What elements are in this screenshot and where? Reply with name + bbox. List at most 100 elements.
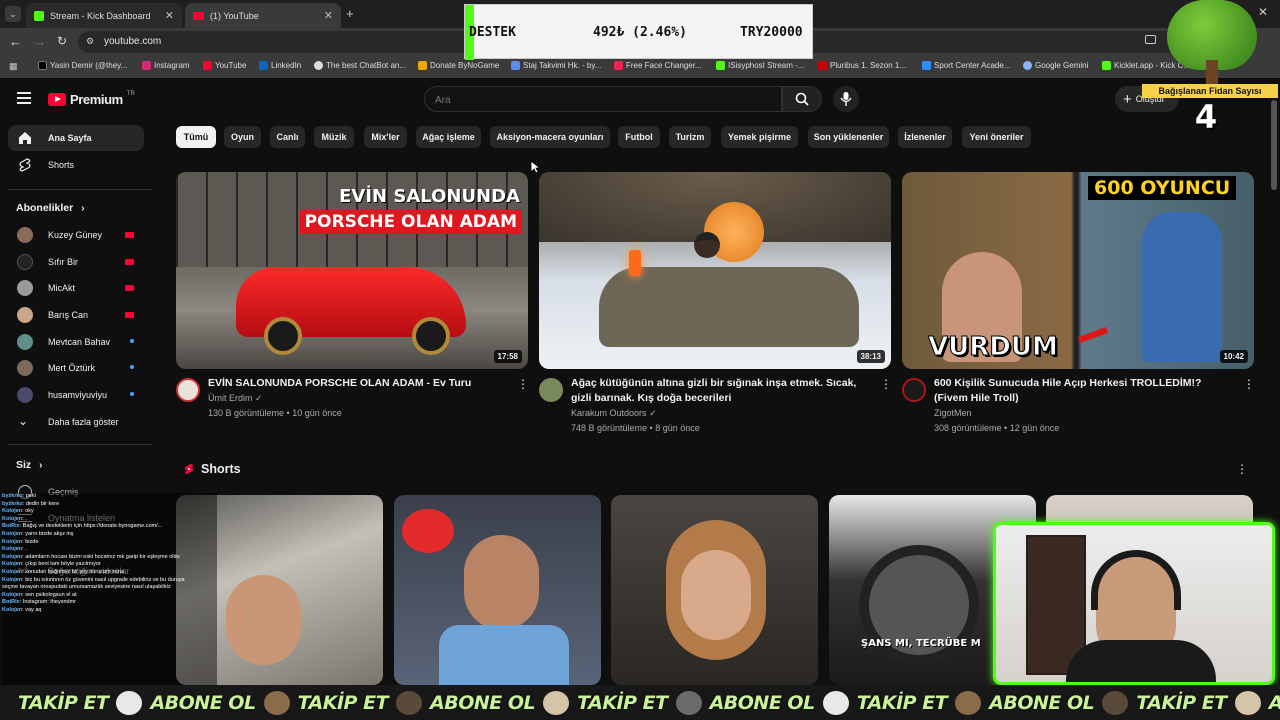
tree-count: 4 — [1194, 98, 1218, 136]
close-icon[interactable]: ✕ — [324, 9, 333, 22]
chip-all[interactable]: Tümü — [176, 126, 216, 148]
chip[interactable]: Mix'ler — [364, 126, 407, 148]
video-title[interactable]: Ağaç kütüğünün altına gizli bir sığınak … — [571, 376, 871, 406]
bookmark-item[interactable]: Pluribus 1. Sezon 1... — [818, 61, 906, 70]
more-actions-icon[interactable]: ⋮ — [1236, 462, 1248, 476]
chat-username: Kolojen — [2, 538, 23, 545]
chat-message: Kolojen: . — [2, 546, 217, 554]
logo-badge: TR — [126, 90, 135, 97]
chip[interactable]: Futbol — [618, 126, 660, 148]
back-icon[interactable]: ← — [9, 34, 22, 49]
search-box[interactable] — [424, 86, 782, 112]
bookmark-item[interactable]: ISisyphosI Stream -... — [716, 61, 804, 70]
channel-avatar[interactable] — [902, 378, 926, 402]
sidebar-item-subscription[interactable]: Sıfır Bir — [8, 249, 144, 275]
bookmark-item[interactable]: Staj Takvimi Hk. - by... — [511, 61, 601, 70]
chat-username: Kolojen — [2, 606, 23, 613]
bookmark-item[interactable]: Free Face Changer... — [614, 61, 702, 70]
channel-name[interactable]: Ümit Erdim ✓ — [208, 391, 263, 406]
bookmark-item[interactable]: Google Gemini — [1023, 61, 1088, 70]
home-icon — [19, 132, 31, 144]
chip[interactable]: Yeni öneriler — [962, 126, 1031, 148]
video-thumbnail[interactable]: 38:13 — [539, 172, 891, 369]
forward-icon[interactable]: → — [33, 34, 46, 49]
bookmark-item[interactable]: Instagram — [142, 61, 190, 70]
avatar — [17, 280, 33, 296]
chat-text: : peki — [22, 493, 36, 499]
sidebar-item-shorts[interactable]: Shorts — [8, 152, 144, 178]
chat-text: : çıkıp beni tam böyle yazılmıyor — [22, 561, 101, 568]
video-thumbnail[interactable]: 600 OYUNCU VURDUM 10:42 — [902, 172, 1254, 369]
search-button[interactable] — [782, 86, 822, 112]
chat-username: Kolojen — [2, 546, 23, 553]
chip[interactable]: Son yüklenenler — [808, 126, 889, 148]
person-shape — [681, 550, 751, 640]
tab-search-button[interactable]: ⌄ — [5, 6, 21, 22]
tree-widget-label: Bağışlanan Fidan Sayısı — [1142, 84, 1278, 98]
sidebar-item-subscription[interactable]: MicAkt — [8, 275, 144, 301]
chip[interactable]: Müzik — [314, 126, 354, 148]
chip[interactable]: Canlı — [270, 126, 305, 148]
channel-name[interactable]: Karakum Outdoors ✓ — [571, 406, 657, 421]
short-thumbnail[interactable] — [611, 495, 818, 685]
video-title[interactable]: 600 Kişilik Sunucuda Hile Açıp Herkesi T… — [934, 376, 1234, 406]
menu-icon[interactable] — [17, 92, 31, 104]
channel-avatar[interactable] — [539, 378, 563, 402]
chat-message: Kolojen: yarın bizde akşz inş — [2, 531, 217, 539]
short-thumbnail[interactable] — [394, 495, 601, 685]
close-icon[interactable]: ✕ — [165, 9, 174, 22]
subscriptions-header[interactable]: Abonelikler › — [16, 202, 85, 214]
channel-name[interactable]: ZigotMen — [934, 406, 972, 421]
chip[interactable]: Ağaç işleme — [416, 126, 481, 148]
site-info-icon[interactable]: ⚙ — [86, 36, 94, 47]
chevron-right-icon: › — [39, 460, 43, 471]
you-header[interactable]: Siz › — [16, 459, 43, 471]
chip[interactable]: İzlenenler — [898, 126, 952, 148]
chip[interactable]: Yemek pişirme — [721, 126, 798, 148]
more-actions-icon[interactable]: ⋮ — [1243, 377, 1255, 391]
ticker-text: TAKİP ET — [1136, 691, 1227, 714]
bookmark-item[interactable]: YouTube — [203, 61, 246, 70]
bookmark-item[interactable]: Donate ByNoGame — [418, 61, 499, 70]
avatar — [17, 254, 33, 270]
chat-message: Kolojen: biz bu sıkıntının öz güvenini n… — [2, 577, 217, 585]
sidebar-item-subscription[interactable]: Barış Can — [8, 302, 144, 328]
youtube-logo[interactable]: Premium TR — [48, 90, 135, 107]
apps-icon[interactable]: ▦ — [9, 61, 18, 72]
channel-avatar[interactable] — [176, 378, 200, 402]
tab-youtube[interactable]: (1) YouTube ✕ — [185, 3, 341, 28]
tab-kick-dashboard[interactable]: Stream - Kick Dashboard ✕ — [26, 3, 182, 28]
new-tab-button[interactable]: + — [346, 6, 354, 21]
reload-icon[interactable]: ↻ — [57, 34, 67, 48]
sidebar-item-subscription[interactable]: Mert Öztürk — [8, 355, 144, 381]
voice-search-button[interactable] — [833, 86, 859, 112]
chat-username: Kolojen — [2, 530, 23, 537]
video-meta: 308 görüntüleme • 12 gün önce — [934, 423, 1060, 433]
bookmark-item[interactable]: The best ChatBot an... — [314, 61, 406, 70]
chip[interactable]: Aksiyon-macera oyunları — [490, 126, 610, 148]
chat-text: : sen psikologsun el at — [22, 591, 77, 598]
kick-favicon-icon — [34, 10, 44, 21]
more-actions-icon[interactable]: ⋮ — [880, 377, 892, 391]
character-right — [1142, 212, 1222, 362]
avatar — [17, 227, 33, 243]
sidebar-item-show-more[interactable]: ⌄ Daha fazla göster — [8, 409, 144, 435]
sidebar-divider — [8, 189, 152, 190]
sidebar-item-subscription[interactable]: husamviyuviyu — [8, 382, 144, 408]
chip[interactable]: Turizm — [669, 126, 711, 148]
video-title[interactable]: EVİN SALONUNDA PORSCHE OLAN ADAM - Ev Tu… — [208, 376, 508, 391]
bookmark-item[interactable]: Sport Center Acade... — [922, 61, 1011, 70]
bookmark-item[interactable]: Yasin Demir (@they... — [38, 61, 127, 70]
sidebar-item-subscription[interactable]: Mevtcan Bahav — [8, 329, 144, 355]
chip[interactable]: Oyun — [224, 126, 261, 148]
live-indicator-icon — [125, 312, 134, 318]
search-input[interactable] — [435, 92, 765, 108]
thumbnail-text: EVİN SALONUNDA — [339, 186, 520, 207]
sidebar-item-subscription[interactable]: Kuzey Güney — [8, 222, 144, 248]
thumbnail-text: ŞANS MI, TECRÜBE M — [861, 638, 981, 649]
animal-emote-icon — [396, 690, 423, 715]
sidebar-item-home[interactable]: Ana Sayfa — [8, 125, 144, 151]
bookmark-item[interactable]: LinkedIn — [259, 61, 301, 70]
video-thumbnail[interactable]: EVİN SALONUNDA PORSCHE OLAN ADAM 17:58 — [176, 172, 528, 369]
more-actions-icon[interactable]: ⋮ — [517, 377, 529, 391]
